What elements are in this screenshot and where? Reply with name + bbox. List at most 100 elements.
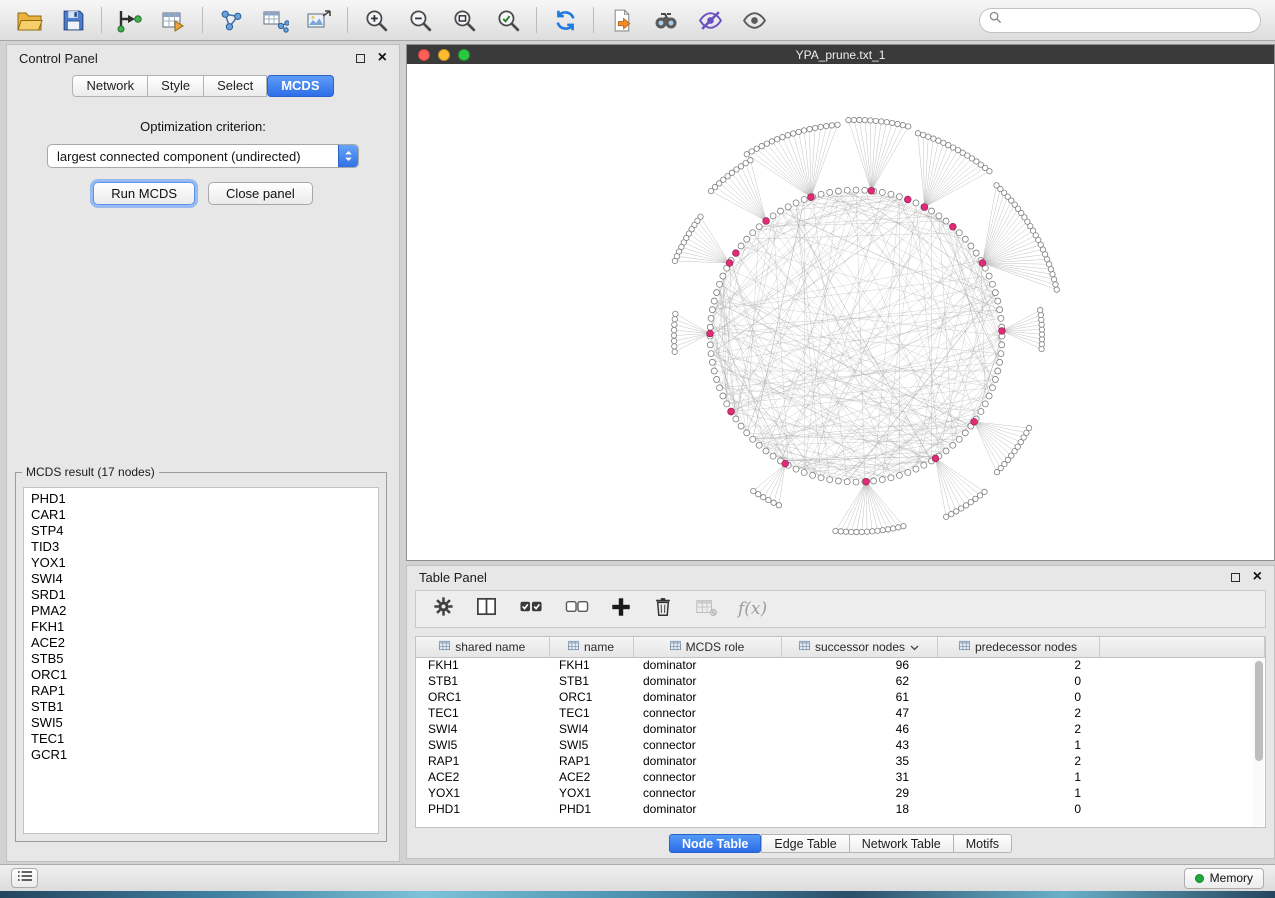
- column-header-mcds-role[interactable]: MCDS role: [633, 637, 781, 657]
- select-all-icon: [518, 595, 544, 623]
- tab-style[interactable]: Style: [148, 75, 204, 97]
- search-input[interactable]: [1008, 12, 1251, 28]
- table-row[interactable]: SWI5SWI5connector431: [416, 737, 1265, 753]
- close-table-panel-icon[interactable]: ×: [1253, 569, 1262, 585]
- float-panel-icon[interactable]: [356, 54, 365, 63]
- tab-network-table[interactable]: Network Table: [850, 834, 954, 853]
- find-button[interactable]: [651, 5, 681, 35]
- table-row[interactable]: RAP1RAP1dominator352: [416, 753, 1265, 769]
- mcds-result-item[interactable]: ACE2: [24, 635, 378, 651]
- memory-button[interactable]: Memory: [1184, 868, 1264, 889]
- table-cell: 0: [937, 689, 1099, 705]
- zoom-selected-button[interactable]: [493, 5, 523, 35]
- mcds-result-item[interactable]: ORC1: [24, 667, 378, 683]
- mcds-result-item[interactable]: SRD1: [24, 587, 378, 603]
- tab-mcds[interactable]: MCDS: [267, 75, 333, 97]
- float-table-panel-icon[interactable]: [1231, 573, 1240, 582]
- table-cell: ACE2: [549, 769, 633, 785]
- tab-motifs[interactable]: Motifs: [954, 834, 1012, 853]
- mcds-result-item[interactable]: CAR1: [24, 507, 378, 523]
- mcds-result-item[interactable]: SWI4: [24, 571, 378, 587]
- table-cell-filler: [1099, 705, 1265, 721]
- column-header-shared-name[interactable]: shared name: [416, 637, 549, 657]
- table-header-row: shared name name MCDS role successor nod…: [416, 637, 1265, 657]
- hide-visual-button[interactable]: [695, 5, 725, 35]
- show-visual-button[interactable]: [739, 5, 769, 35]
- zoom-in-button[interactable]: [361, 5, 391, 35]
- tab-network[interactable]: Network: [72, 75, 148, 97]
- clear-selection-button[interactable]: [564, 595, 590, 623]
- table-cell: dominator: [633, 673, 781, 689]
- mcds-result-list[interactable]: PHD1CAR1STP4TID3YOX1SWI4SRD1PMA2FKH1ACE2…: [23, 487, 379, 834]
- mcds-result-item[interactable]: GCR1: [24, 747, 378, 763]
- tab-node-table[interactable]: Node Table: [669, 834, 761, 853]
- table-cell: FKH1: [416, 657, 549, 673]
- columns-button[interactable]: [475, 595, 498, 623]
- table-scrollbar[interactable]: [1253, 658, 1264, 826]
- new-network-button[interactable]: [216, 5, 246, 35]
- zoom-fit-button[interactable]: [449, 5, 479, 35]
- export-document-button[interactable]: [607, 5, 637, 35]
- clear-selection-icon: [564, 595, 590, 623]
- table-row[interactable]: ORC1ORC1dominator610: [416, 689, 1265, 705]
- column-header-successor-nodes[interactable]: successor nodes: [781, 637, 937, 657]
- table-row[interactable]: SWI4SWI4dominator462: [416, 721, 1265, 737]
- table-cell: 0: [937, 673, 1099, 689]
- table-row[interactable]: STB1STB1dominator620: [416, 673, 1265, 689]
- table-row[interactable]: TEC1TEC1connector472: [416, 705, 1265, 721]
- status-bar: Memory: [0, 864, 1275, 891]
- mcds-result-item[interactable]: TEC1: [24, 731, 378, 747]
- open-button[interactable]: [14, 5, 44, 35]
- mcds-result-item[interactable]: RAP1: [24, 683, 378, 699]
- column-header-predecessor-nodes[interactable]: predecessor nodes: [937, 637, 1099, 657]
- search-box[interactable]: [979, 8, 1261, 33]
- import-network-button[interactable]: [115, 5, 145, 35]
- criterion-dropdown[interactable]: largest connected component (undirected): [47, 144, 359, 168]
- window-zoom-button[interactable]: [458, 49, 470, 61]
- export-image-button[interactable]: [304, 5, 334, 35]
- table-cell: connector: [633, 705, 781, 721]
- panel-menu-button[interactable]: [11, 868, 38, 888]
- run-mcds-button[interactable]: Run MCDS: [93, 182, 195, 205]
- mcds-result-item[interactable]: FKH1: [24, 619, 378, 635]
- close-panel-button[interactable]: Close panel: [208, 182, 313, 205]
- zoom-out-button[interactable]: [405, 5, 435, 35]
- mcds-result-item[interactable]: YOX1: [24, 555, 378, 571]
- table-scrollbar-thumb[interactable]: [1255, 661, 1263, 761]
- import-table-icon: [161, 8, 187, 33]
- network-window-titlebar[interactable]: YPA_prune.txt_1: [407, 45, 1274, 64]
- select-all-button[interactable]: [518, 595, 544, 623]
- settings-button[interactable]: [432, 595, 455, 623]
- delete-row-button[interactable]: [652, 595, 674, 623]
- table-cell: STB1: [549, 673, 633, 689]
- network-graph[interactable]: [407, 64, 1274, 560]
- column-header-filler: [1099, 637, 1265, 657]
- table-row[interactable]: ACE2ACE2connector311: [416, 769, 1265, 785]
- column-header-name[interactable]: name: [549, 637, 633, 657]
- mcds-result-item[interactable]: STB5: [24, 651, 378, 667]
- table-row[interactable]: YOX1YOX1connector291: [416, 785, 1265, 801]
- mcds-result-item[interactable]: PMA2: [24, 603, 378, 619]
- mcds-result-item[interactable]: STB1: [24, 699, 378, 715]
- window-minimize-button[interactable]: [438, 49, 450, 61]
- table-row[interactable]: FKH1FKH1dominator962: [416, 657, 1265, 673]
- import-table-button[interactable]: [159, 5, 189, 35]
- save-button[interactable]: [58, 5, 88, 35]
- mcds-result-item[interactable]: TID3: [24, 539, 378, 555]
- table-cell: 0: [937, 801, 1099, 817]
- export-table-button[interactable]: [260, 5, 290, 35]
- tab-select[interactable]: Select: [204, 75, 267, 97]
- mcds-result-item[interactable]: PHD1: [24, 491, 378, 507]
- mcds-result-item[interactable]: STP4: [24, 523, 378, 539]
- table-cell: 31: [781, 769, 937, 785]
- add-row-button[interactable]: [610, 596, 632, 623]
- close-panel-icon[interactable]: ×: [378, 50, 387, 66]
- window-close-button[interactable]: [418, 49, 430, 61]
- network-canvas[interactable]: [407, 64, 1274, 560]
- import-table-disabled-icon: [694, 596, 718, 623]
- table-cell: YOX1: [549, 785, 633, 801]
- tab-edge-table[interactable]: Edge Table: [761, 834, 849, 853]
- table-row[interactable]: PHD1PHD1dominator180: [416, 801, 1265, 817]
- refresh-button[interactable]: [550, 5, 580, 35]
- mcds-result-item[interactable]: SWI5: [24, 715, 378, 731]
